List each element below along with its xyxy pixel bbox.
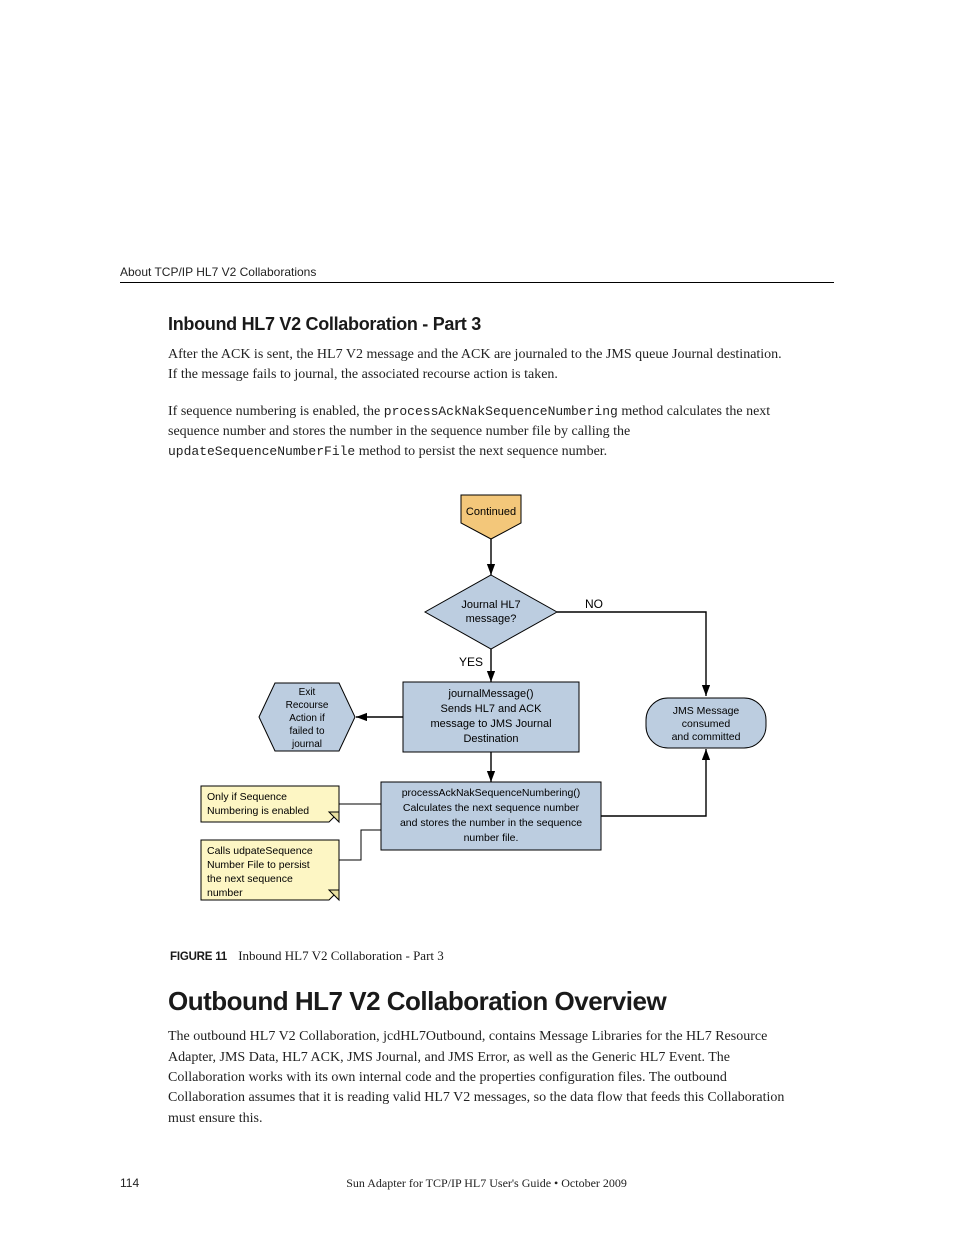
note2-l3: the next sequence bbox=[207, 873, 293, 885]
connector-note2 bbox=[339, 830, 381, 860]
text-fragment: method to persist the next sequence numb… bbox=[355, 444, 607, 459]
note2-l1: Calls udpateSequence bbox=[207, 845, 313, 857]
figure-flowchart: Continued Journal HL7 message? NO YES bbox=[168, 490, 794, 964]
page-footer: 114 Sun Adapter for TCP/IP HL7 User's Gu… bbox=[120, 1176, 834, 1191]
note-only-if-sequence: Only if Sequence Numbering is enabled bbox=[201, 786, 339, 822]
figure-caption-text: Inbound HL7 V2 Collaboration - Part 3 bbox=[238, 948, 444, 963]
note1-l1: Only if Sequence bbox=[207, 791, 287, 803]
text-fragment: If sequence numbering is enabled, the bbox=[168, 404, 384, 419]
paragraph-sequence: If sequence numbering is enabled, the pr… bbox=[168, 402, 794, 463]
seq-l3: and stores the number in the sequence bbox=[400, 817, 582, 829]
hex-l4: failed to bbox=[289, 726, 324, 737]
footer-text: Sun Adapter for TCP/IP HL7 User's Guide … bbox=[120, 1176, 834, 1191]
node-terminator: JMS Message consumed and committed bbox=[646, 698, 766, 748]
node-journal-message: journalMessage() Sends HL7 and ACK messa… bbox=[403, 682, 579, 752]
journal-l4: Destination bbox=[463, 733, 518, 745]
running-header: About TCP/IP HL7 V2 Collaborations bbox=[120, 265, 834, 279]
hex-l2: Recourse bbox=[286, 700, 329, 711]
section-title-outbound: Outbound HL7 V2 Collaboration Overview bbox=[168, 986, 794, 1017]
seq-l2: Calculates the next sequence number bbox=[403, 802, 580, 814]
page-document: About TCP/IP HL7 V2 Collaborations Inbou… bbox=[0, 0, 954, 1235]
hex-l5: journal bbox=[291, 739, 322, 750]
arrow-seq-to-term bbox=[601, 749, 706, 816]
seq-l4: number file. bbox=[464, 832, 519, 844]
seq-l1: processAckNakSequenceNumbering() bbox=[402, 787, 581, 799]
node-continued: Continued bbox=[461, 495, 521, 539]
hex-l1: Exit bbox=[299, 687, 316, 698]
header-rule bbox=[120, 282, 834, 283]
label-yes: YES bbox=[459, 655, 483, 669]
term-l2: consumed bbox=[682, 718, 731, 730]
node-decision-journal: Journal HL7 message? bbox=[425, 575, 557, 649]
paragraph-outbound-overview: The outbound HL7 V2 Collaboration, jcdHL… bbox=[168, 1027, 794, 1128]
flowchart-svg: Continued Journal HL7 message? NO YES bbox=[181, 490, 781, 940]
page-number: 114 bbox=[120, 1176, 139, 1190]
section-title-inbound: Inbound HL7 V2 Collaboration - Part 3 bbox=[168, 314, 794, 335]
label-continued: Continued bbox=[466, 506, 516, 518]
journal-l1: journalMessage() bbox=[448, 688, 534, 700]
decision-line2: message? bbox=[466, 613, 517, 625]
main-content: Inbound HL7 V2 Collaboration - Part 3 Af… bbox=[168, 314, 794, 1145]
node-process-sequence: processAckNakSequenceNumbering() Calcula… bbox=[381, 782, 601, 850]
journal-l3: message to JMS Journal bbox=[430, 718, 551, 730]
note-calls-update: Calls udpateSequence Number File to pers… bbox=[201, 840, 339, 900]
label-no: NO bbox=[585, 597, 603, 611]
node-exit-recourse: Exit Recourse Action if failed to journa… bbox=[259, 683, 355, 751]
code-updateSequenceNumberFile: updateSequenceNumberFile bbox=[168, 444, 355, 459]
figure-caption: FIGURE 11 Inbound HL7 V2 Collaboration -… bbox=[168, 948, 794, 964]
journal-l2: Sends HL7 and ACK bbox=[441, 703, 543, 715]
note1-l2: Numbering is enabled bbox=[207, 805, 309, 817]
paragraph-ack-journal: After the ACK is sent, the HL7 V2 messag… bbox=[168, 345, 794, 386]
figure-label: FIGURE 11 bbox=[170, 951, 227, 963]
note2-l2: Number File to persist bbox=[207, 859, 310, 871]
hex-l3: Action if bbox=[289, 713, 325, 724]
decision-line1: Journal HL7 bbox=[461, 599, 520, 611]
term-l3: and committed bbox=[672, 731, 741, 743]
term-l1: JMS Message bbox=[673, 705, 740, 717]
note2-l4: number bbox=[207, 887, 243, 899]
code-processAckNak: processAckNakSequenceNumbering bbox=[384, 404, 618, 419]
